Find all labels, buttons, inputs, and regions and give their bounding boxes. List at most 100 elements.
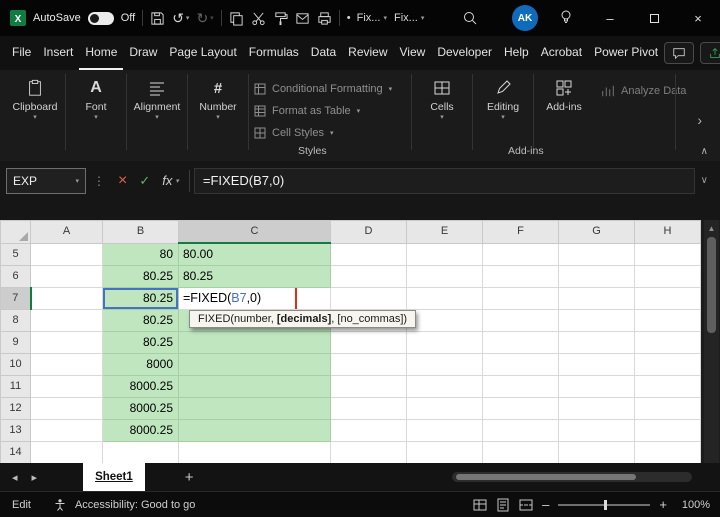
zoom-slider-thumb[interactable] bbox=[604, 499, 608, 510]
page-layout-view-button[interactable] bbox=[496, 498, 510, 512]
zoom-slider[interactable] bbox=[558, 499, 651, 510]
col-header-G[interactable]: G bbox=[558, 220, 635, 244]
tab-review[interactable]: Review bbox=[342, 36, 393, 70]
cell-C11[interactable] bbox=[178, 375, 331, 398]
number-group-button[interactable]: # Number ▾ bbox=[193, 76, 243, 121]
vertical-scrollbar[interactable]: ▲ bbox=[704, 220, 719, 463]
ribbon-more-button[interactable]: › bbox=[697, 112, 702, 128]
cell-styles-button[interactable]: Cell Styles ▾ bbox=[254, 122, 406, 143]
tab-draw[interactable]: Draw bbox=[123, 36, 163, 70]
cell-G14[interactable] bbox=[558, 441, 635, 464]
col-header-B[interactable]: B bbox=[102, 220, 179, 244]
cell-B6[interactable]: 80.25 bbox=[102, 265, 179, 288]
insert-function-button[interactable]: fx ▾ bbox=[162, 173, 179, 188]
email-button[interactable] bbox=[295, 11, 310, 26]
analyze-data-button[interactable]: Analyze Data bbox=[601, 84, 686, 98]
cell-E6[interactable] bbox=[406, 265, 483, 288]
horizontal-scrollbar[interactable] bbox=[452, 472, 692, 482]
cell-E8[interactable] bbox=[406, 309, 483, 332]
fix-dropdown-1[interactable]: • Fix... ▾ bbox=[347, 12, 387, 24]
cell-C14[interactable] bbox=[178, 441, 331, 464]
accessibility-icon[interactable] bbox=[53, 498, 67, 512]
share-button[interactable] bbox=[700, 42, 720, 64]
search-icon[interactable] bbox=[462, 10, 478, 26]
row-header-14[interactable]: 14 bbox=[0, 441, 31, 464]
cell-D14[interactable] bbox=[330, 441, 407, 464]
cell-G10[interactable] bbox=[558, 353, 635, 376]
cell-A9[interactable] bbox=[30, 331, 103, 354]
cell-B5[interactable]: 80 bbox=[102, 242, 179, 266]
cell-B14[interactable] bbox=[102, 441, 179, 464]
cell-E13[interactable] bbox=[406, 419, 483, 442]
cell-A5[interactable] bbox=[30, 242, 103, 266]
comments-button[interactable] bbox=[664, 42, 695, 64]
cell-A14[interactable] bbox=[30, 441, 103, 464]
cell-A11[interactable] bbox=[30, 375, 103, 398]
cell-F12[interactable] bbox=[482, 397, 559, 420]
enter-button[interactable]: ✓ bbox=[139, 173, 150, 189]
cell-B7-referenced[interactable]: 80.25 bbox=[102, 287, 179, 310]
cell-G8[interactable] bbox=[558, 309, 635, 332]
format-painter-button[interactable] bbox=[273, 11, 288, 26]
tab-formulas[interactable]: Formulas bbox=[243, 36, 305, 70]
cell-A8[interactable] bbox=[30, 309, 103, 332]
lightbulb-icon[interactable] bbox=[558, 9, 574, 25]
cell-C9[interactable] bbox=[178, 331, 331, 354]
cell-H6[interactable] bbox=[634, 265, 701, 288]
cell-D10[interactable] bbox=[330, 353, 407, 376]
row-header-7[interactable]: 7 bbox=[0, 287, 32, 310]
cell-D7[interactable] bbox=[330, 287, 407, 310]
cell-D9[interactable] bbox=[330, 331, 407, 354]
cell-H10[interactable] bbox=[634, 353, 701, 376]
cancel-button[interactable]: × bbox=[118, 172, 127, 189]
cell-A12[interactable] bbox=[30, 397, 103, 420]
sheet-tab-sheet1[interactable]: Sheet1 bbox=[83, 463, 145, 491]
cell-E7[interactable] bbox=[406, 287, 483, 310]
normal-view-button[interactable] bbox=[473, 498, 487, 512]
print-button[interactable] bbox=[317, 11, 332, 26]
cell-G6[interactable] bbox=[558, 265, 635, 288]
row-header-11[interactable]: 11 bbox=[0, 375, 31, 398]
cell-F7[interactable] bbox=[482, 287, 559, 310]
cell-F9[interactable] bbox=[482, 331, 559, 354]
cell-F10[interactable] bbox=[482, 353, 559, 376]
zoom-out-button[interactable]: – bbox=[542, 497, 549, 512]
cell-F5[interactable] bbox=[482, 242, 559, 266]
cell-F6[interactable] bbox=[482, 265, 559, 288]
expand-formula-bar-icon[interactable]: ∨ bbox=[701, 175, 708, 186]
autosave-toggle[interactable] bbox=[87, 11, 114, 25]
cell-B8[interactable]: 80.25 bbox=[102, 309, 179, 332]
cell-D6[interactable] bbox=[330, 265, 407, 288]
cell-B13[interactable]: 8000.25 bbox=[102, 419, 179, 442]
cell-B11[interactable]: 8000.25 bbox=[102, 375, 179, 398]
cell-E9[interactable] bbox=[406, 331, 483, 354]
zoom-level[interactable]: 100% bbox=[676, 499, 710, 511]
sheet-nav-right-icon[interactable]: ▸ bbox=[32, 471, 38, 484]
col-header-H[interactable]: H bbox=[634, 220, 701, 244]
col-header-E[interactable]: E bbox=[406, 220, 483, 244]
cell-E11[interactable] bbox=[406, 375, 483, 398]
cell-D13[interactable] bbox=[330, 419, 407, 442]
cell-F11[interactable] bbox=[482, 375, 559, 398]
alignment-group-button[interactable]: Alignment ▾ bbox=[132, 76, 182, 121]
row-header-12[interactable]: 12 bbox=[0, 397, 31, 420]
scroll-up-icon[interactable]: ▲ bbox=[708, 220, 716, 233]
tab-view[interactable]: View bbox=[394, 36, 432, 70]
cell-H13[interactable] bbox=[634, 419, 701, 442]
zoom-in-button[interactable]: + bbox=[659, 497, 667, 512]
editing-group-button[interactable]: Editing ▾ bbox=[478, 76, 528, 121]
cell-C7-editing[interactable]: =FIXED(B7,0) bbox=[178, 287, 331, 310]
col-header-C[interactable]: C bbox=[178, 220, 331, 244]
cell-G11[interactable] bbox=[558, 375, 635, 398]
format-as-table-button[interactable]: Format as Table ▾ bbox=[254, 100, 406, 121]
cell-A6[interactable] bbox=[30, 265, 103, 288]
conditional-formatting-button[interactable]: Conditional Formatting ▾ bbox=[254, 78, 406, 99]
row-header-8[interactable]: 8 bbox=[0, 309, 31, 332]
col-header-F[interactable]: F bbox=[482, 220, 559, 244]
horizontal-scroll-thumb[interactable] bbox=[456, 474, 636, 480]
minimize-button[interactable]: – bbox=[588, 0, 632, 36]
cell-H7[interactable] bbox=[634, 287, 701, 310]
cell-E12[interactable] bbox=[406, 397, 483, 420]
tab-power-pivot[interactable]: Power Pivot bbox=[588, 36, 664, 70]
col-header-D[interactable]: D bbox=[330, 220, 407, 244]
